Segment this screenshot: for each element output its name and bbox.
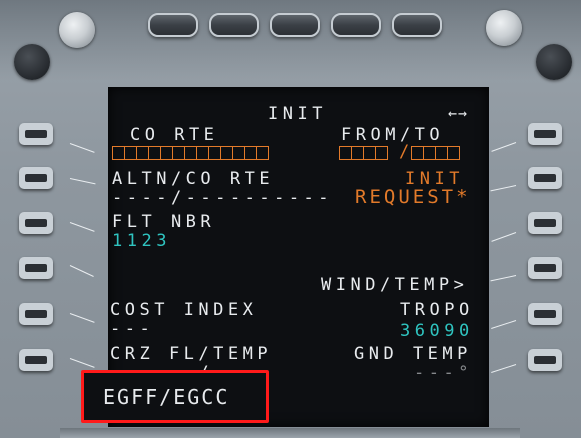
- top-key-4[interactable]: [331, 13, 381, 37]
- lsk-1r-button[interactable]: [528, 123, 562, 145]
- lsk-2r-button[interactable]: [528, 167, 562, 189]
- top-key-1[interactable]: [148, 13, 198, 37]
- from-to-field[interactable]: /: [339, 144, 479, 161]
- gnd-temp-value[interactable]: ---°: [414, 365, 473, 382]
- lsk-2l-button[interactable]: [19, 167, 53, 189]
- bolt-left-upper: [14, 44, 50, 80]
- altn-co-rte-value[interactable]: ----/----------: [112, 190, 333, 207]
- altn-co-rte-label: ALTN/CO RTE: [112, 169, 275, 189]
- flt-nbr-value[interactable]: 1123: [112, 233, 171, 250]
- co-rte-field[interactable]: [112, 146, 269, 160]
- lsk-1l-button[interactable]: [19, 123, 53, 145]
- page-arrow-icon: ←→: [448, 104, 469, 122]
- flt-nbr-label: FLT NBR: [112, 212, 216, 232]
- lsk-5r-button[interactable]: [528, 303, 562, 325]
- top-key-5[interactable]: [392, 13, 442, 37]
- lsk-3l-button[interactable]: [19, 212, 53, 234]
- tropo-value[interactable]: 36090: [400, 323, 474, 340]
- bolt-top-left: [59, 12, 95, 48]
- highlight-box: [81, 370, 269, 423]
- lsk-4r-button[interactable]: [528, 257, 562, 279]
- cost-index-value[interactable]: ---: [110, 321, 154, 338]
- page-title: INIT: [268, 104, 327, 124]
- wind-temp-link[interactable]: WIND/TEMP>: [321, 277, 468, 294]
- bolt-top-right: [486, 10, 522, 46]
- lsk-5l-button[interactable]: [19, 303, 53, 325]
- top-key-3[interactable]: [270, 13, 320, 37]
- gnd-temp-label: GND TEMP: [354, 344, 472, 364]
- from-to-label: FROM/TO: [341, 125, 445, 145]
- bolt-right-upper: [536, 44, 572, 80]
- cost-index-label: COST INDEX: [110, 300, 258, 320]
- crz-fl-temp-label: CRZ FL/TEMP: [110, 344, 273, 364]
- lsk-6r-button[interactable]: [528, 349, 562, 371]
- init-request-value[interactable]: REQUEST*: [355, 188, 471, 207]
- co-rte-label: CO RTE: [130, 125, 219, 145]
- tropo-label: TROPO: [400, 300, 474, 320]
- top-key-2[interactable]: [209, 13, 259, 37]
- lsk-3r-button[interactable]: [528, 212, 562, 234]
- lsk-6l-button[interactable]: [19, 349, 53, 371]
- bezel-bottom: [60, 428, 520, 438]
- lsk-4l-button[interactable]: [19, 257, 53, 279]
